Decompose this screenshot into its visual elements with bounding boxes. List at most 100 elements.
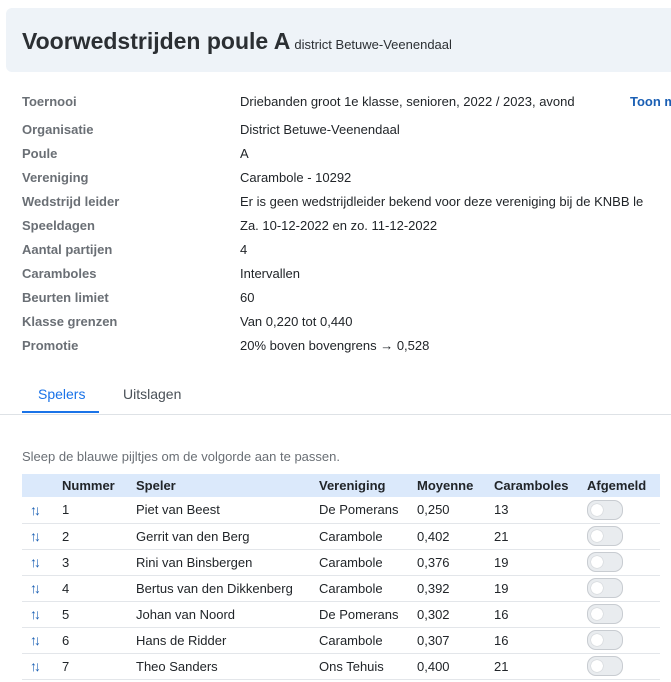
cell-caramboles: 13 <box>494 502 509 518</box>
table-row: ↑↓ 2 Gerrit van den Berg Carambole 0,402… <box>22 523 660 549</box>
info-row-toernooi: Toernooi Driebanden groot 1e klasse, sen… <box>22 92 671 120</box>
cell-vereniging: Ons Tehuis <box>319 658 384 674</box>
info-value: Driebanden groot 1e klasse, senioren, 20… <box>240 94 575 109</box>
info-value: 4 <box>240 242 248 257</box>
table-row: ↑↓ 4 Bertus van den Dikkenberg Carambole… <box>22 575 660 601</box>
info-label: Beurten limiet <box>22 290 109 305</box>
info-label: Promotie <box>22 338 79 353</box>
info-row-beurten-limiet: Beurten limiet 60 <box>22 288 671 312</box>
info-value: 20% boven bovengrens → 0,528 <box>240 338 430 353</box>
cell-caramboles: 19 <box>494 580 509 596</box>
cell-speler: Piet van Beest <box>136 502 220 518</box>
info-label: Klasse grenzen <box>22 314 118 329</box>
info-row-promotie: Promotie 20% boven bovengrens → 0,528 <box>22 336 671 360</box>
info-value: Intervallen <box>240 266 300 281</box>
cell-caramboles: 16 <box>494 606 509 622</box>
sort-arrows-icon[interactable]: ↑↓ <box>30 658 41 674</box>
table-row: ↑↓ 3 Rini van Binsbergen Carambole 0,376… <box>22 549 660 575</box>
table-header-row: Nummer Speler Vereniging Moyenne Carambo… <box>22 474 660 497</box>
cell-moyenne: 0,250 <box>417 502 450 518</box>
info-label: Speeldagen <box>22 218 95 233</box>
cell-speler: Rini van Binsbergen <box>136 554 253 570</box>
cell-speler: Bertus van den Dikkenberg <box>136 580 293 596</box>
sort-arrows-icon[interactable]: ↑↓ <box>30 632 41 648</box>
info-value: Za. 10-12-2022 en zo. 11-12-2022 <box>240 218 438 233</box>
cell-moyenne: 0,400 <box>417 658 450 674</box>
info-row-klasse-grenzen: Klasse grenzen Van 0,220 tot 0,440 <box>22 312 671 336</box>
cell-nummer: 7 <box>62 658 70 674</box>
column-header-nummer[interactable]: Nummer <box>62 474 136 497</box>
afgemeld-toggle[interactable] <box>587 656 623 676</box>
table-row: ↑↓ 1 Piet van Beest De Pomerans 0,250 13 <box>22 497 660 523</box>
info-value: Er is geen wedstrijdleider bekend voor d… <box>240 194 644 209</box>
cell-nummer: 3 <box>62 554 70 570</box>
cell-speler: Hans de Ridder <box>136 632 227 648</box>
info-label: Caramboles <box>22 266 97 281</box>
afgemeld-toggle[interactable] <box>587 578 623 598</box>
info-row-caramboles: Caramboles Intervallen <box>22 264 671 288</box>
sort-arrows-icon[interactable]: ↑↓ <box>30 554 41 570</box>
afgemeld-toggle[interactable] <box>587 630 623 650</box>
cell-caramboles: 21 <box>494 528 509 544</box>
column-header-vereniging[interactable]: Vereniging <box>319 474 417 497</box>
info-value: Carambole - 10292 <box>240 170 352 185</box>
players-table: Nummer Speler Vereniging Moyenne Carambo… <box>22 474 660 680</box>
info-label: Vereniging <box>22 170 89 185</box>
tab-uitslagen[interactable]: Uitslagen <box>123 386 181 402</box>
sort-arrows-icon[interactable]: ↑↓ <box>30 606 41 622</box>
tournament-info: Toernooi Driebanden groot 1e klasse, sen… <box>22 92 671 360</box>
afgemeld-toggle[interactable] <box>587 552 623 572</box>
cell-nummer: 2 <box>62 528 70 544</box>
column-header-caramboles[interactable]: Caramboles <box>494 474 587 497</box>
column-header-speler[interactable]: Speler <box>136 474 319 497</box>
cell-moyenne: 0,376 <box>417 554 450 570</box>
cell-nummer: 1 <box>62 502 70 518</box>
cell-speler: Theo Sanders <box>136 658 218 674</box>
sort-arrows-icon[interactable]: ↑↓ <box>30 502 41 518</box>
afgemeld-toggle[interactable] <box>587 526 623 546</box>
afgemeld-toggle[interactable] <box>587 604 623 624</box>
active-tab-indicator <box>22 411 99 413</box>
cell-vereniging: Carambole <box>319 580 383 596</box>
info-label: Aantal partijen <box>22 242 113 257</box>
info-row-speeldagen: Speeldagen Za. 10-12-2022 en zo. 11-12-2… <box>22 216 671 240</box>
info-label: Poule <box>22 146 58 161</box>
sort-arrows-icon[interactable]: ↑↓ <box>30 528 41 544</box>
info-row-wedstrijdleider: Wedstrijd leider Er is geen wedstrijdlei… <box>22 192 671 216</box>
show-more-link[interactable]: Toon m <box>630 92 671 112</box>
info-value: District Betuwe-Veenendaal <box>240 122 400 137</box>
column-header-moyenne[interactable]: Moyenne <box>417 474 494 497</box>
cell-moyenne: 0,392 <box>417 580 450 596</box>
cell-speler: Johan van Noord <box>136 606 236 622</box>
cell-caramboles: 21 <box>494 658 509 674</box>
cell-moyenne: 0,307 <box>417 632 450 648</box>
column-header-afgemeld[interactable]: Afgemeld <box>587 474 660 497</box>
cell-moyenne: 0,302 <box>417 606 450 622</box>
cell-nummer: 4 <box>62 580 70 596</box>
afgemeld-toggle[interactable] <box>587 499 623 520</box>
cell-caramboles: 19 <box>494 554 509 570</box>
info-label: Toernooi <box>22 94 77 109</box>
cell-moyenne: 0,402 <box>417 528 450 544</box>
table-row: ↑↓ 6 Hans de Ridder Carambole 0,307 16 <box>22 627 660 653</box>
page-title: Voorwedstrijden poule Adistrict Betuwe-V… <box>22 28 452 55</box>
drag-hint: Sleep de blauwe pijltjes om de volgorde … <box>22 449 340 464</box>
info-label: Organisatie <box>22 122 94 137</box>
info-value: A <box>240 146 249 161</box>
cell-vereniging: Carambole <box>319 632 383 648</box>
cell-vereniging: Carambole <box>319 554 383 570</box>
page-subtitle: district Betuwe-Veenendaal <box>294 37 452 52</box>
cell-nummer: 5 <box>62 606 70 622</box>
sort-arrows-icon[interactable]: ↑↓ <box>30 580 41 596</box>
info-row-organisatie: Organisatie District Betuwe-Veenendaal <box>22 120 671 144</box>
info-label: Wedstrijd leider <box>22 194 120 209</box>
cell-speler: Gerrit van den Berg <box>136 528 250 544</box>
cell-caramboles: 16 <box>494 632 509 648</box>
table-row: ↑↓ 5 Johan van Noord De Pomerans 0,302 1… <box>22 601 660 627</box>
cell-nummer: 6 <box>62 632 70 648</box>
tab-spelers[interactable]: Spelers <box>38 386 85 402</box>
column-header-drag <box>22 474 62 497</box>
cell-vereniging: De Pomerans <box>319 502 399 518</box>
page-title-text: Voorwedstrijden poule A <box>22 28 291 54</box>
cell-vereniging: De Pomerans <box>319 606 399 622</box>
